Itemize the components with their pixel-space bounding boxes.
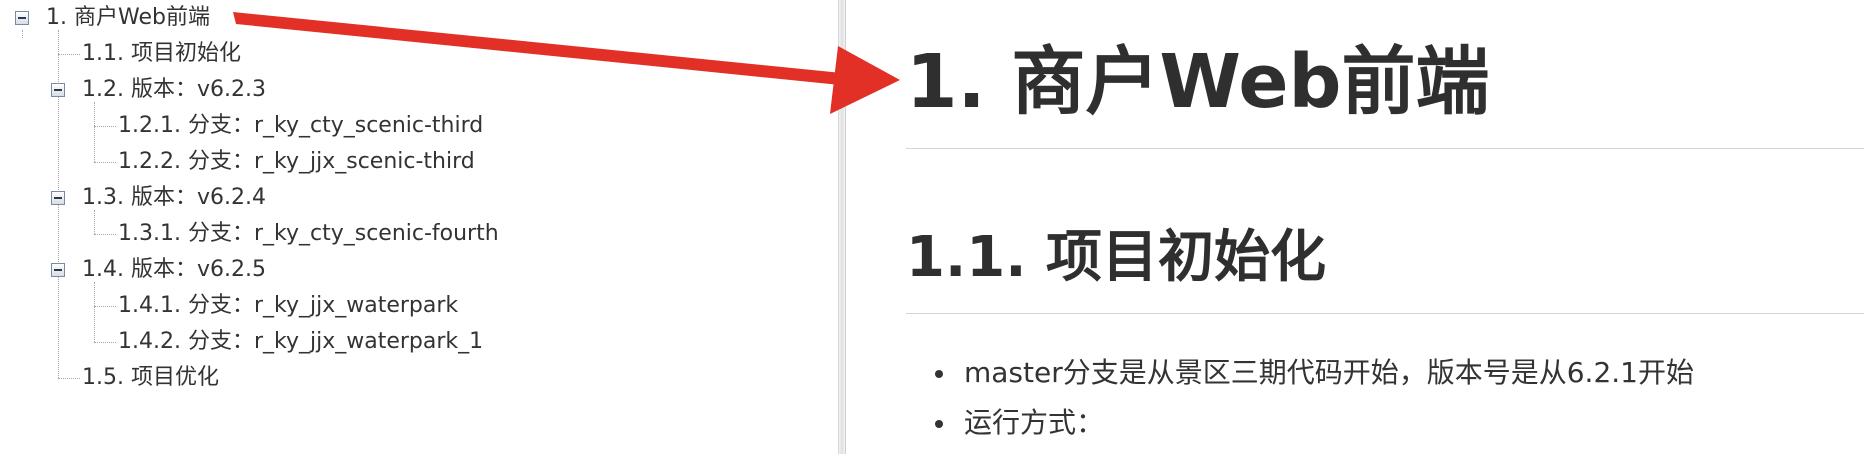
heading-divider <box>906 148 1864 149</box>
tree-line <box>94 102 95 162</box>
heading-divider <box>906 313 1864 314</box>
toc-item[interactable]: 1.2.1. 分支：r_ky_cty_scenic-third <box>118 108 483 144</box>
tree-line <box>58 54 80 55</box>
toc-item-label[interactable]: 1.4.1. 分支：r_ky_jjx_waterpark <box>118 293 458 318</box>
tree-line <box>94 234 116 235</box>
toc-item[interactable]: 1.1. 项目初始化 <box>82 36 241 72</box>
toc-item[interactable]: 1.4. 版本：v6.2.5 <box>82 252 266 288</box>
toc-item-label[interactable]: 1. 商户Web前端 <box>46 5 210 30</box>
collapse-toggle-icon[interactable] <box>15 11 29 25</box>
toc-item[interactable]: 1.4.2. 分支：r_ky_jjx_waterpark_1 <box>118 324 483 360</box>
toc-item[interactable]: 1.2. 版本：v6.2.3 <box>82 72 266 108</box>
tree-line <box>94 282 95 342</box>
tree-line <box>94 342 116 343</box>
tree-line <box>94 306 116 307</box>
bullet-list: master分支是从景区三期代码开始，版本号是从6.2.1开始 运行方式： <box>906 348 1694 448</box>
tree-line <box>94 126 116 127</box>
toc-item-label[interactable]: 1.4.2. 分支：r_ky_jjx_waterpark_1 <box>118 329 483 354</box>
document-content: 1. 商户Web前端 1.1. 项目初始化 master分支是从景区三期代码开始… <box>846 0 1864 454</box>
list-item: master分支是从景区三期代码开始，版本号是从6.2.1开始 <box>906 348 1694 398</box>
toc-item-label[interactable]: 1.1. 项目初始化 <box>82 41 241 66</box>
toc-item[interactable]: 1.5. 项目优化 <box>82 360 219 396</box>
heading-2: 1.1. 项目初始化 <box>906 225 1326 290</box>
toc-item-label[interactable]: 1.2. 版本：v6.2.3 <box>82 77 266 102</box>
toc-item[interactable]: 1.2.2. 分支：r_ky_jjx_scenic-third <box>118 144 475 180</box>
toc-panel: 1. 商户Web前端 1.1. 项目初始化 1.2. 版本：v6.2.3 1.2… <box>0 0 838 454</box>
toc-item[interactable]: 1.3.1. 分支：r_ky_cty_scenic-fourth <box>118 216 499 252</box>
tree-line <box>22 30 23 38</box>
toc-item-label[interactable]: 1.2.2. 分支：r_ky_jjx_scenic-third <box>118 149 475 174</box>
toc-item[interactable]: 1. 商户Web前端 <box>46 0 210 36</box>
toc-item-label[interactable]: 1.4. 版本：v6.2.5 <box>82 257 266 282</box>
heading-1: 1. 商户Web前端 <box>906 39 1490 125</box>
toc-item-label[interactable]: 1.3.1. 分支：r_ky_cty_scenic-fourth <box>118 221 499 246</box>
pane-splitter[interactable] <box>838 0 846 454</box>
list-item: 运行方式： <box>906 398 1694 448</box>
tree-line <box>94 162 116 163</box>
toc-item[interactable]: 1.3. 版本：v6.2.4 <box>82 180 266 216</box>
toc-item-label[interactable]: 1.5. 项目优化 <box>82 365 219 390</box>
toc-item[interactable]: 1.4.1. 分支：r_ky_jjx_waterpark <box>118 288 458 324</box>
tree-line <box>58 378 80 379</box>
collapse-toggle-icon[interactable] <box>51 263 65 277</box>
toc-item-label[interactable]: 1.3. 版本：v6.2.4 <box>82 185 266 210</box>
collapse-toggle-icon[interactable] <box>51 83 65 97</box>
collapse-toggle-icon[interactable] <box>51 191 65 205</box>
toc-item-label[interactable]: 1.2.1. 分支：r_ky_cty_scenic-third <box>118 113 483 138</box>
